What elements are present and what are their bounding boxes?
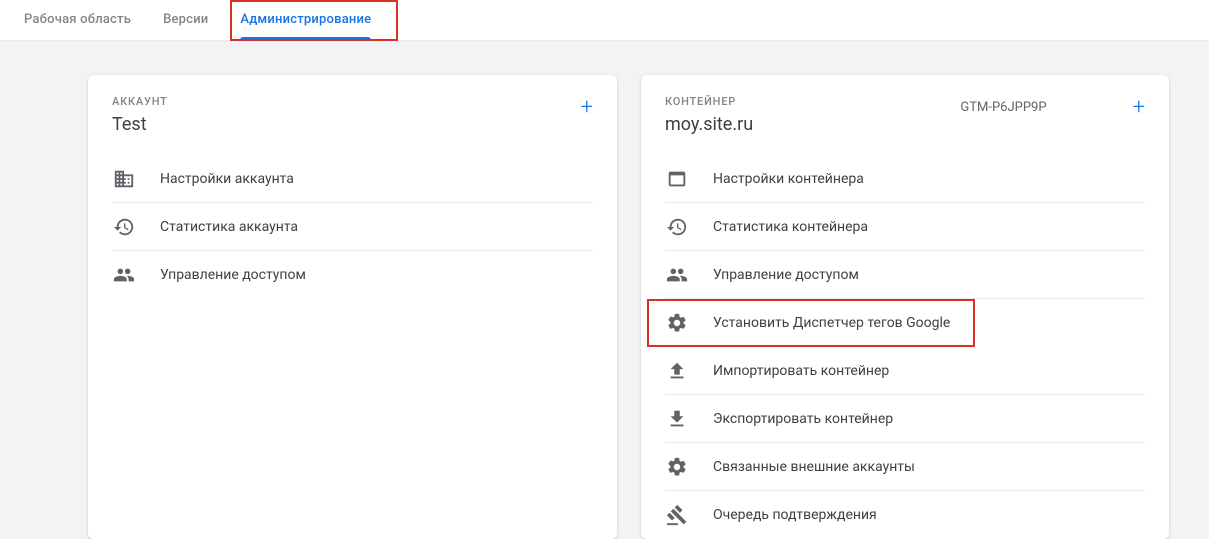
menu-label: Импортировать контейнер: [713, 363, 889, 379]
install-gtm-item[interactable]: Установить Диспетчер тегов Google: [647, 299, 975, 347]
download-icon: [665, 407, 689, 431]
menu-label: Настройки аккаунта: [160, 171, 294, 187]
account-section-label: АККАУНТ: [112, 95, 168, 108]
container-activity-item[interactable]: Статистика контейнера: [665, 203, 1145, 251]
container-name: moy.site.ru: [665, 114, 753, 135]
import-container-item[interactable]: Импортировать контейнер: [665, 347, 1145, 395]
add-container-button[interactable]: +: [1133, 95, 1145, 119]
export-container-item[interactable]: Экспортировать контейнер: [665, 395, 1145, 443]
menu-label: Статистика контейнера: [713, 219, 868, 235]
account-card: АККАУНТ Test + Настройки аккаунта Статис…: [88, 75, 617, 539]
page-body: АККАУНТ Test + Настройки аккаунта Статис…: [0, 41, 1209, 539]
top-tabs: Рабочая область Версии Администрирование: [0, 0, 1209, 41]
menu-label: Управление доступом: [160, 267, 306, 283]
account-access-item[interactable]: Управление доступом: [112, 251, 593, 299]
account-settings-item[interactable]: Настройки аккаунта: [112, 155, 593, 203]
people-icon: [112, 263, 136, 287]
account-activity-item[interactable]: Статистика аккаунта: [112, 203, 593, 251]
menu-label: Связанные внешние аккаунты: [713, 459, 915, 475]
menu-label: Управление доступом: [713, 267, 859, 283]
gavel-icon: [665, 503, 689, 527]
container-id: GTM-P6JPP9P: [960, 100, 1046, 115]
upload-icon: [665, 359, 689, 383]
people-icon: [665, 263, 689, 287]
gear-icon: [665, 455, 689, 479]
account-name: Test: [112, 114, 168, 135]
menu-label: Экспортировать контейнер: [713, 411, 893, 427]
business-icon: [112, 167, 136, 191]
approval-queue-item[interactable]: Очередь подтверждения: [665, 491, 1145, 539]
gear-icon: [665, 311, 689, 335]
history-icon: [665, 215, 689, 239]
tab-workspace[interactable]: Рабочая область: [8, 0, 147, 40]
add-account-button[interactable]: +: [581, 95, 593, 119]
web-asset-icon: [665, 167, 689, 191]
history-icon: [112, 215, 136, 239]
external-accounts-item[interactable]: Связанные внешние аккаунты: [665, 443, 1145, 491]
menu-label: Статистика аккаунта: [160, 219, 298, 235]
tab-versions[interactable]: Версии: [147, 0, 224, 40]
container-settings-item[interactable]: Настройки контейнера: [665, 155, 1145, 203]
menu-label: Очередь подтверждения: [713, 507, 877, 523]
container-access-item[interactable]: Управление доступом: [665, 251, 1145, 299]
menu-label: Настройки контейнера: [713, 171, 864, 187]
container-card: КОНТЕЙНЕР moy.site.ru GTM-P6JPP9P + Наст…: [641, 75, 1169, 539]
tab-admin[interactable]: Администрирование: [224, 0, 387, 40]
menu-label: Установить Диспетчер тегов Google: [713, 315, 950, 331]
container-section-label: КОНТЕЙНЕР: [665, 95, 753, 108]
